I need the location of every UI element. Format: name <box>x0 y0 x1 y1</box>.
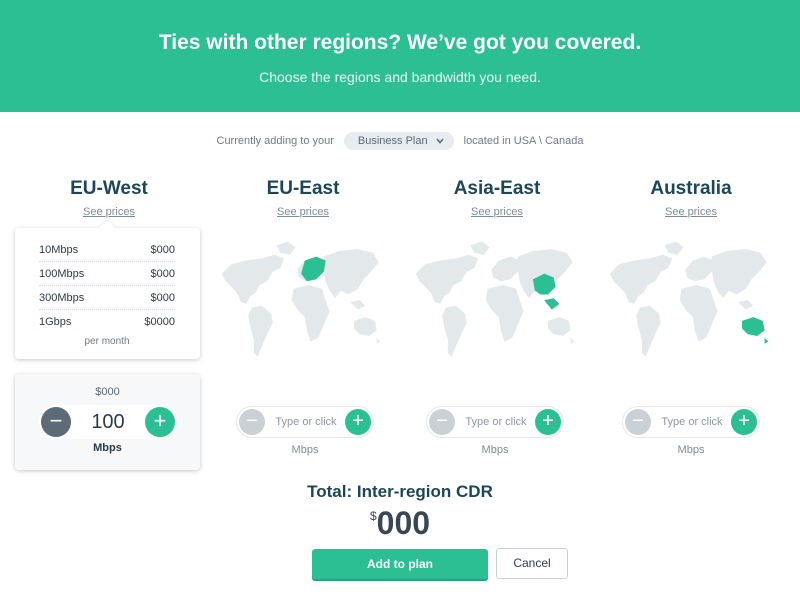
see-prices-link[interactable]: See prices <box>665 206 717 218</box>
price-value: $000 <box>150 268 175 280</box>
increment-button[interactable]: + <box>145 407 175 437</box>
see-prices-link[interactable]: See prices <box>83 206 135 218</box>
plan-context: Currently adding to your Business Plan l… <box>0 131 800 151</box>
price-tier: 300Mbps <box>39 292 85 304</box>
hero-banner: Ties with other regions? We’ve got you c… <box>0 0 800 112</box>
region-eu-east: EU-East See prices <box>208 176 398 357</box>
bandwidth-stepper: − 100 + <box>39 405 177 439</box>
per-month-note: per month <box>84 336 130 347</box>
eu-east-map <box>221 241 381 357</box>
total-value: 000 <box>376 505 431 541</box>
region-title: Australia <box>650 178 732 199</box>
bandwidth-unit: Mbps <box>93 442 122 454</box>
bandwidth-input[interactable] <box>655 413 729 431</box>
region-title: EU-West <box>70 178 148 199</box>
price-popover: 10Mbps $000 100Mbps $000 300Mbps $000 1G… <box>15 228 200 359</box>
increment-button[interactable]: + <box>731 409 757 435</box>
eu-east-highlight <box>301 256 326 282</box>
australia-highlight <box>742 317 765 336</box>
price-tier: 1Gbps <box>39 316 72 328</box>
price-tier: 10Mbps <box>39 244 79 256</box>
australia-stepper: − + <box>622 406 760 438</box>
price-value: $0000 <box>144 316 175 328</box>
price-value: $000 <box>150 292 175 304</box>
asia-east-stepper: − + <box>426 406 564 438</box>
hero-subtitle: Choose the regions and bandwidth you nee… <box>259 69 541 85</box>
see-prices-link[interactable]: See prices <box>277 206 329 218</box>
cancel-button[interactable]: Cancel <box>496 548 568 579</box>
asia-east-map <box>415 241 575 357</box>
bandwidth-unit: Mbps <box>481 444 509 456</box>
see-prices-link[interactable]: See prices <box>471 206 523 218</box>
price-row: 10Mbps $000 <box>39 238 175 262</box>
increment-button[interactable]: + <box>345 409 371 435</box>
bandwidth-unit: Mbps <box>677 444 705 456</box>
plan-dropdown-label: Business Plan <box>357 135 428 147</box>
region-eu-west: EU-West See prices <box>14 176 204 220</box>
region-australia: Australia See prices <box>596 176 786 357</box>
eu-west-bandwidth-card: $000 − 100 + Mbps <box>15 374 200 470</box>
bandwidth-input[interactable] <box>269 413 343 431</box>
decrement-button[interactable]: − <box>625 409 651 435</box>
price-row: 1Gbps $0000 <box>39 310 175 334</box>
hero-title: Ties with other regions? We’ve got you c… <box>158 31 642 54</box>
region-title: EU-East <box>266 178 340 199</box>
bandwidth-input[interactable] <box>459 413 533 431</box>
price-row: 300Mbps $000 <box>39 286 175 310</box>
add-to-plan-button[interactable]: Add to plan <box>312 549 488 579</box>
region-asia-east: Asia-East See prices <box>402 176 592 357</box>
eu-east-stepper: − + <box>236 406 374 438</box>
plan-dropdown[interactable]: Business Plan <box>343 132 454 150</box>
bandwidth-value[interactable]: 100 <box>73 408 143 436</box>
price-row: 100Mbps $000 <box>39 262 175 286</box>
decrement-button[interactable]: − <box>239 409 265 435</box>
region-title: Asia-East <box>453 178 541 199</box>
decrement-button[interactable]: − <box>429 409 455 435</box>
total-currency: $ <box>369 509 377 523</box>
selected-price: $000 <box>95 386 120 398</box>
total-amount: $000 <box>0 505 800 542</box>
decrement-button[interactable]: − <box>41 407 71 437</box>
context-prefix: Currently adding to your <box>216 135 334 147</box>
context-suffix: located in USA \ Canada <box>463 135 584 147</box>
bandwidth-unit: Mbps <box>291 444 319 456</box>
chevron-down-icon <box>436 138 444 144</box>
increment-button[interactable]: + <box>535 409 561 435</box>
australia-map <box>609 241 769 357</box>
total-title: Total: Inter-region CDR <box>307 482 493 501</box>
price-tier: 100Mbps <box>39 268 85 280</box>
price-value: $000 <box>150 244 175 256</box>
